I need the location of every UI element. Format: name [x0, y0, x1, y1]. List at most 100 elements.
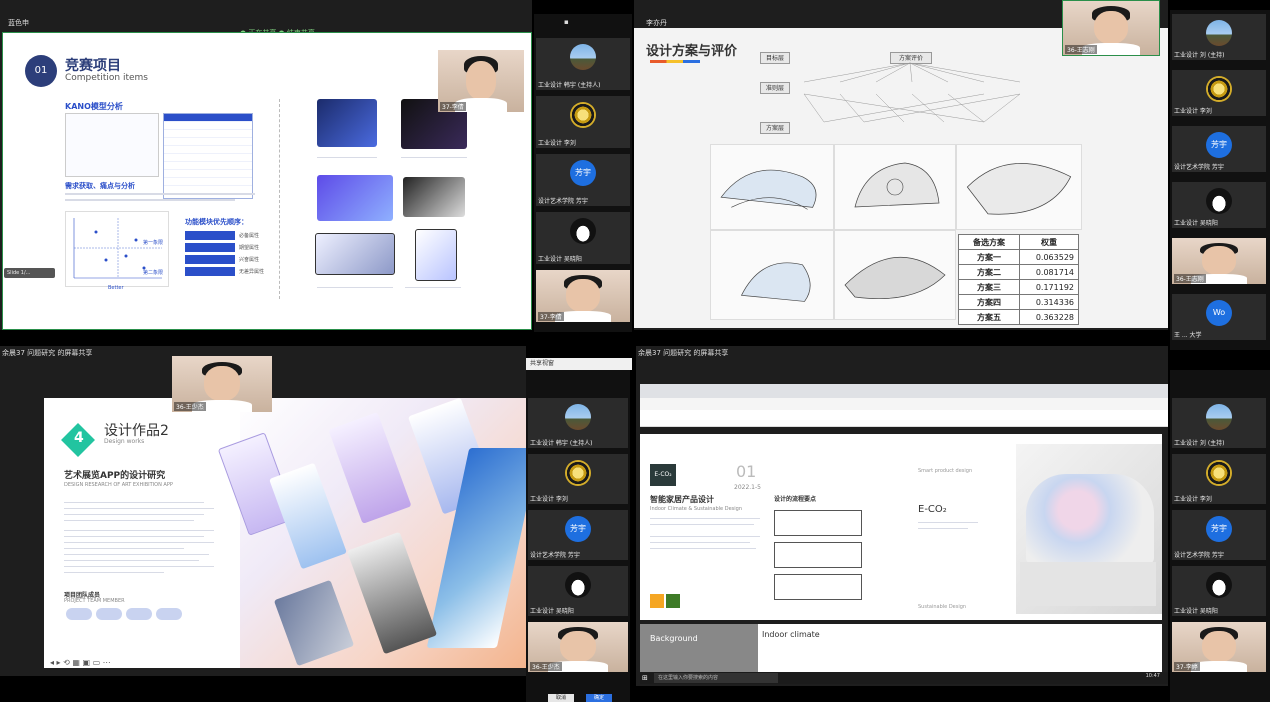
table-header: 权重 — [1019, 234, 1079, 250]
participant-name: 工业设计 李刘 — [1174, 496, 1212, 503]
team-member-3 — [126, 608, 152, 620]
slide-title: 竞赛项目 — [65, 58, 121, 74]
kano-table-image — [65, 113, 159, 177]
share-dialog-header: 共享视窗 — [526, 358, 632, 370]
col3b-participant-tile[interactable]: 工业设计 刘 (主持) — [1172, 398, 1266, 448]
taskbar-search-input[interactable]: 在这里输入你要搜索的内容 — [654, 673, 778, 683]
browser-tab-bar — [640, 384, 1168, 398]
participant-name: 工业设计 李刘 — [530, 496, 568, 503]
priority-label-1: 必备属性 — [239, 233, 260, 239]
panel-label: 余晨37 问题研究 的屏幕共享 — [638, 349, 729, 357]
table-row: 方案二 0.081714 — [958, 264, 1079, 280]
col2b-participant-tile[interactable]: 工业设计 韩宇 (主持人) — [528, 398, 628, 448]
slide-subtitle: Indoor Climate & Sustainable Design — [650, 506, 742, 512]
col3-participant-tile[interactable]: 工业设计 刘 (主持) — [1172, 14, 1266, 60]
participant-name: 工业设计 李刘 — [1174, 108, 1212, 115]
ok-button[interactable]: 确定 — [586, 694, 612, 702]
section-demand: 需求获取、痛点与分析 — [65, 182, 135, 190]
start-button[interactable]: ⊞ — [642, 674, 650, 682]
col3-participant-tile[interactable]: 工业设计 李刘 — [1172, 70, 1266, 116]
priority-block-3 — [185, 255, 235, 264]
col3-participant-tile[interactable]: 36-王志刚 — [1172, 238, 1266, 284]
floating-camera-bl[interactable]: 36-王少杰 — [172, 356, 272, 412]
col3-participant-tile[interactable]: 工业设计 吴晓阳 — [1172, 182, 1266, 228]
prev-icon[interactable]: ◂ ▸ ⟲ ▦ ▣ ▭ ⋯ — [50, 658, 111, 667]
smart-design-label: Smart product design — [918, 468, 973, 474]
sketch-4 — [710, 230, 834, 320]
participant-name: 36-王少杰 — [530, 662, 562, 671]
indoor-title: Indoor climate — [762, 630, 820, 639]
team-member-1 — [66, 608, 92, 620]
table-row: 方案五 0.363228 — [958, 309, 1079, 325]
sketch-2 — [834, 144, 956, 230]
col3b-participant-tile[interactable]: 37-李婷 — [1172, 622, 1266, 672]
browser-address-bar[interactable] — [640, 398, 1168, 410]
panel-label: 李亦丹 — [646, 19, 667, 27]
sketch-5 — [834, 230, 956, 320]
priority-block-2 — [185, 243, 235, 252]
col2b-participant-tile[interactable]: 工业设计 吴晓阳 — [528, 566, 628, 616]
windows-taskbar: ⊞ 在这里输入你要搜索的内容 10:47 — [640, 672, 1168, 684]
col3-participant-tile[interactable]: Wo 王 ... 大学 — [1172, 294, 1266, 340]
chart-axis-label: Better — [108, 285, 124, 291]
participant-name: 王 ... 大学 — [1174, 332, 1202, 339]
col3b-participant-tile[interactable]: 工业设计 李刘 — [1172, 454, 1266, 504]
dialog-title: 共享视窗 — [530, 360, 555, 367]
participant-name: 工业设计 韩宇 (主持人) — [538, 82, 601, 89]
participant-name: 工业设计 吴晓阳 — [1174, 608, 1218, 615]
slide-design-evaluation: 设计方案与评价 目标层 准则层 方案层 方案评价 总体造型可使用美观性舒适性易用… — [634, 28, 1168, 328]
sustainable-label: Sustainable Design — [918, 604, 967, 610]
eco-logo: E-CO₂ — [650, 464, 676, 486]
mockup-laptop-1 — [317, 99, 377, 147]
hierarchy-lines — [803, 62, 1021, 123]
seal-avatar-icon — [1206, 460, 1232, 486]
team-subtitle: PROJECT TEAM MEMBER — [64, 598, 125, 604]
project-title: 艺术展览APP的设计研究 — [64, 471, 166, 481]
section-priority: 功能模块优先顺序： — [185, 218, 248, 226]
slide-subtitle: Design works — [104, 438, 145, 445]
col1-participant-tile[interactable]: 37-李倩 — [536, 270, 630, 322]
sky-avatar-icon — [565, 404, 591, 430]
seal-avatar-icon — [570, 102, 596, 128]
col2b-participant-tile[interactable]: 工业设计 李刘 — [528, 454, 628, 504]
participant-name: 设计艺术学院 芳宇 — [538, 198, 588, 205]
col1-participant-tile[interactable]: 工业设计 吴晓阳 — [536, 212, 630, 264]
col1-participant-tile[interactable]: 芳宇 设计艺术学院 芳宇 — [536, 154, 630, 206]
sdg-badge-1 — [650, 594, 664, 608]
slide-number: 01 — [736, 462, 757, 481]
section-kano: KANO模型分析 — [65, 102, 123, 111]
mockup-laptop-3 — [315, 233, 395, 275]
team-member-2 — [96, 608, 122, 620]
table-header: 备选方案 — [958, 234, 1020, 250]
cancel-button[interactable]: 取消 — [548, 694, 574, 702]
device-base — [1020, 562, 1156, 606]
col3-participant-tile[interactable]: 芳宇 设计艺术学院 芳宇 — [1172, 126, 1266, 172]
priority-block-4 — [185, 267, 235, 276]
table-row: 方案一 0.063529 — [958, 249, 1079, 265]
project-subtitle: DESIGN RESEARCH OF ART EXHIBITION APP — [64, 482, 173, 488]
sdg-badge-2 — [666, 594, 680, 608]
slide-date: 2022.1-5 — [734, 484, 761, 491]
avatar: 芳宇 — [565, 516, 591, 542]
slide-counter-pill[interactable]: Slide 1/... — [4, 268, 55, 278]
camera-icon: ▪ — [564, 18, 569, 26]
panel-bottom-right: 余晨37 问题研究 的屏幕共享 E-CO₂ 01 2022.1-5 智能家居产品… — [636, 346, 1168, 686]
slide-smart-home: E-CO₂ 01 2022.1-5 智能家居产品设计 Indoor Climat… — [640, 434, 1162, 620]
mockup-tablet-1 — [403, 177, 465, 217]
slide-toolbar: ◂ ▸ ⟲ ▦ ▣ ▭ ⋯ — [50, 650, 160, 667]
floating-camera-tr[interactable]: 36-王志刚 — [1062, 0, 1160, 56]
col3b-participant-tile[interactable]: 芳宇 设计艺术学院 芳宇 — [1172, 510, 1266, 560]
process-box-1 — [774, 510, 862, 536]
col1-participant-tile[interactable]: 工业设计 韩宇 (主持人) — [536, 38, 630, 90]
background-title: Background — [650, 634, 698, 643]
floating-camera-tl[interactable]: 37-李倩 — [438, 50, 524, 112]
taskbar-clock: 10:47 — [1145, 673, 1160, 679]
slide-title: 设计方案与评价 — [646, 44, 738, 59]
col2b-participant-tile[interactable]: 36-王少杰 — [528, 622, 628, 672]
col2b-participant-tile[interactable]: 芳宇 设计艺术学院 芳宇 — [528, 510, 628, 560]
col1-participant-tile[interactable]: 工业设计 李刘 — [536, 96, 630, 148]
priority-label-3: 兴奋属性 — [239, 257, 260, 263]
col3b-participant-tile[interactable]: 工业设计 吴晓阳 — [1172, 566, 1266, 616]
participant-name: 37-李婷 — [1174, 662, 1200, 671]
participant-name: 工业设计 刘 (主持) — [1174, 52, 1225, 59]
